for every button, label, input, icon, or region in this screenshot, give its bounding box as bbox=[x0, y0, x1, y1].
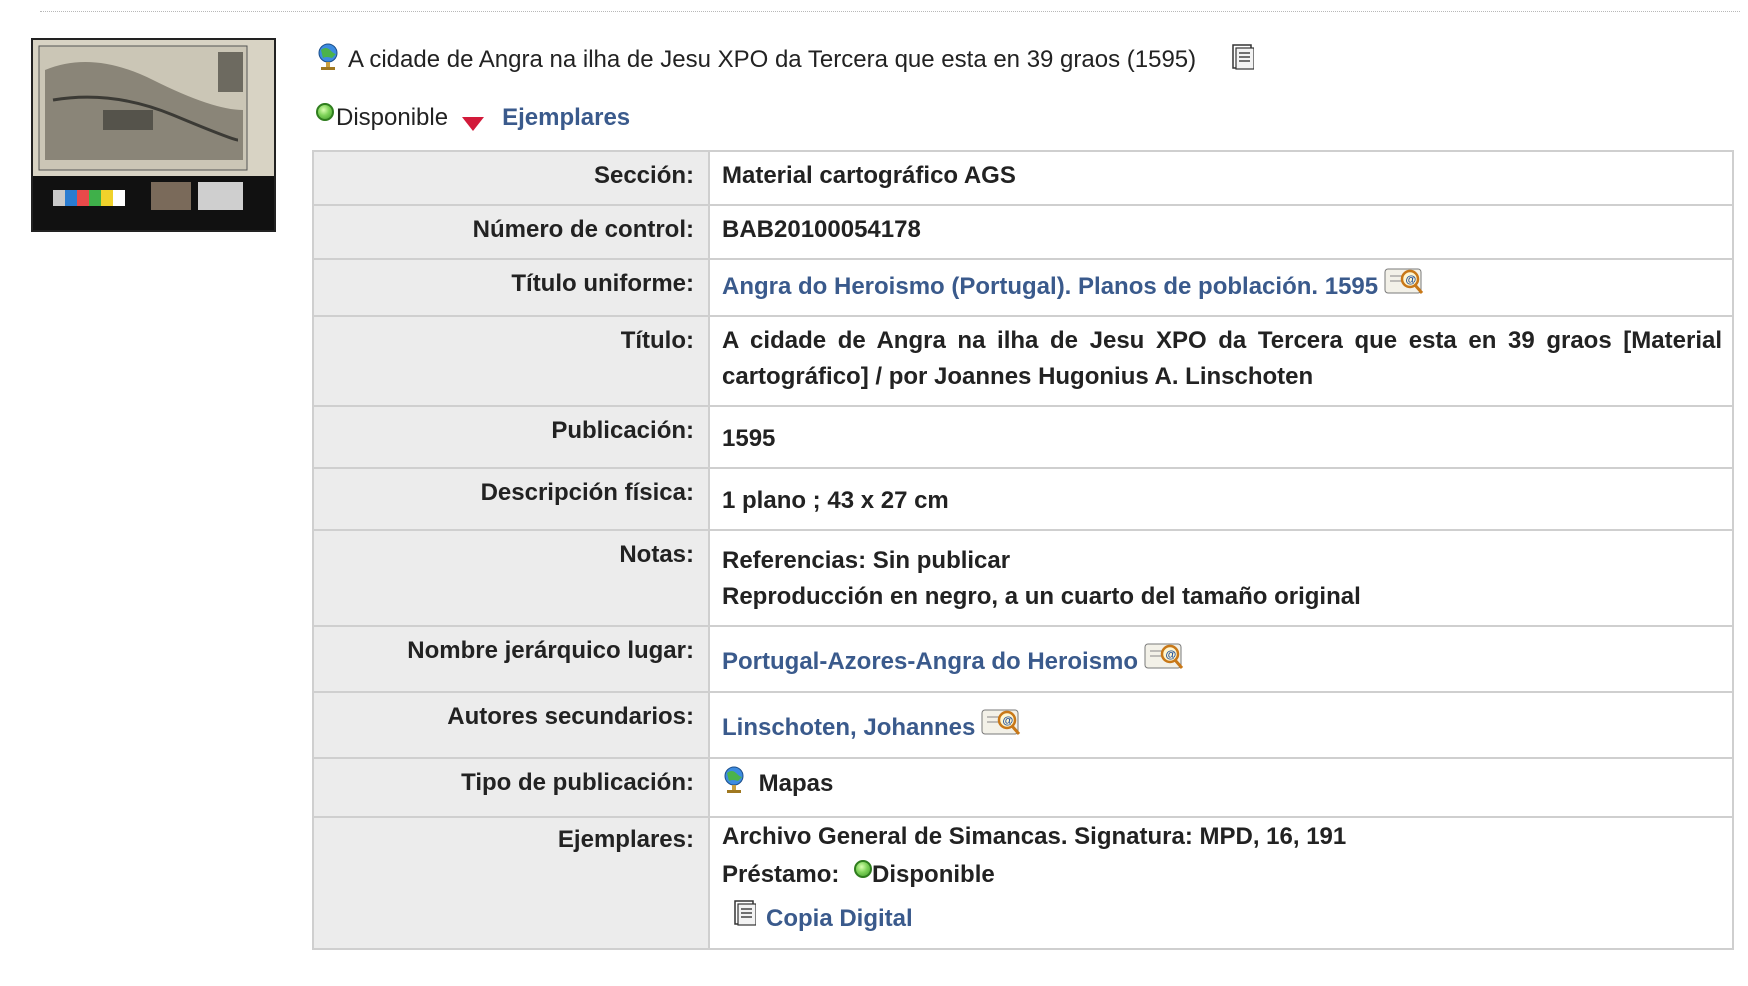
field-value: Angra do Heroismo (Portugal). Planos de … bbox=[708, 258, 1734, 317]
table-row: Notas: Referencias: Sin publicar Reprodu… bbox=[312, 529, 1734, 627]
field-label: Número de control: bbox=[312, 204, 710, 260]
archive-info: Archivo General de Simancas. Signatura: … bbox=[722, 823, 1347, 850]
search-catalog-icon[interactable]: @ bbox=[981, 707, 1023, 737]
svg-text:@: @ bbox=[1166, 649, 1177, 661]
table-row: Autores secundarios: Linschoten, Johanne… bbox=[312, 691, 1734, 759]
green-status-icon bbox=[854, 860, 873, 878]
note-line: Reproducción en negro, a un cuarto del t… bbox=[722, 583, 1361, 610]
field-value: Referencias: Sin publicar Reproducción e… bbox=[708, 529, 1734, 627]
loan-row: Préstamo: Disponible bbox=[722, 856, 1722, 894]
table-row: Descripción física: 1 plano ; 43 x 27 cm bbox=[312, 467, 1734, 531]
field-label: Título uniforme: bbox=[312, 258, 710, 317]
digital-copy-row: Copia Digital bbox=[722, 900, 1722, 938]
green-status-icon bbox=[316, 103, 334, 121]
field-value: Mapas bbox=[708, 757, 1734, 818]
globe-icon bbox=[722, 765, 746, 806]
availability-row: Disponible Ejemplares bbox=[316, 103, 630, 132]
copies-link[interactable]: Ejemplares bbox=[502, 104, 630, 132]
place-link[interactable]: Portugal-Azores-Angra do Heroismo bbox=[722, 648, 1138, 675]
table-row: Ejemplares: Archivo General de Simancas.… bbox=[312, 816, 1734, 950]
red-arrow-icon[interactable] bbox=[462, 117, 485, 131]
svg-text:@: @ bbox=[1406, 274, 1417, 286]
table-row: Nombre jerárquico lugar: Portugal-Azores… bbox=[312, 625, 1734, 693]
copies-block: Archivo General de Simancas. Signatura: … bbox=[714, 818, 1722, 938]
table-row: Título: A cidade de Angra na ilha de Jes… bbox=[312, 315, 1734, 407]
record-details-table: Sección: Material cartográfico AGS Númer… bbox=[312, 150, 1734, 950]
loan-label: Préstamo: bbox=[722, 861, 840, 888]
uniform-title-link[interactable]: Angra do Heroismo (Portugal). Planos de … bbox=[722, 273, 1378, 300]
publication-type: Mapas bbox=[758, 770, 834, 797]
field-value: Archivo General de Simancas. Signatura: … bbox=[708, 816, 1734, 950]
availability-status: Disponible bbox=[336, 104, 449, 131]
field-label: Autores secundarios: bbox=[312, 691, 710, 759]
record-header: A cidade de Angra na ilha de Jesu XPO da… bbox=[316, 42, 1255, 79]
search-catalog-icon[interactable]: @ bbox=[1144, 641, 1186, 671]
globe-icon bbox=[316, 42, 340, 79]
field-value: Linschoten, Johannes @ bbox=[708, 691, 1734, 759]
field-label: Publicación: bbox=[312, 405, 710, 469]
field-value: Portugal-Azores-Angra do Heroismo @ bbox=[708, 625, 1734, 693]
document-icon[interactable] bbox=[734, 900, 757, 938]
field-value: A cidade de Angra na ilha de Jesu XPO da… bbox=[708, 315, 1734, 407]
table-row: Publicación: 1595 bbox=[312, 405, 1734, 469]
document-icon[interactable] bbox=[1232, 43, 1255, 77]
search-catalog-icon[interactable]: @ bbox=[1384, 266, 1426, 296]
field-value: Material cartográfico AGS bbox=[708, 150, 1734, 206]
field-label: Notas: bbox=[312, 529, 710, 627]
table-row: Título uniforme: Angra do Heroismo (Port… bbox=[312, 258, 1734, 317]
note-line: Referencias: Sin publicar bbox=[722, 547, 1011, 574]
map-thumbnail[interactable] bbox=[31, 38, 276, 232]
table-row: Número de control: BAB20100054178 bbox=[312, 204, 1734, 260]
field-label: Sección: bbox=[312, 150, 710, 206]
field-label: Nombre jerárquico lugar: bbox=[312, 625, 710, 693]
table-row: Tipo de publicación: Mapas bbox=[312, 757, 1734, 818]
field-label: Tipo de publicación: bbox=[312, 757, 710, 818]
record-title: A cidade de Angra na ilha de Jesu XPO da… bbox=[348, 46, 1197, 73]
table-row: Sección: Material cartográfico AGS bbox=[312, 150, 1734, 206]
digital-copy-link[interactable]: Copia Digital bbox=[766, 900, 913, 938]
loan-status: Disponible bbox=[872, 861, 995, 888]
field-label: Título: bbox=[312, 315, 710, 407]
author-link[interactable]: Linschoten, Johannes bbox=[722, 714, 975, 741]
field-label: Descripción física: bbox=[312, 467, 710, 531]
svg-text:@: @ bbox=[1003, 715, 1014, 727]
top-divider bbox=[40, 11, 1740, 12]
field-label: Ejemplares: bbox=[312, 816, 710, 950]
field-value: 1595 bbox=[708, 405, 1734, 469]
field-value: 1 plano ; 43 x 27 cm bbox=[708, 467, 1734, 531]
field-value: BAB20100054178 bbox=[708, 204, 1734, 260]
